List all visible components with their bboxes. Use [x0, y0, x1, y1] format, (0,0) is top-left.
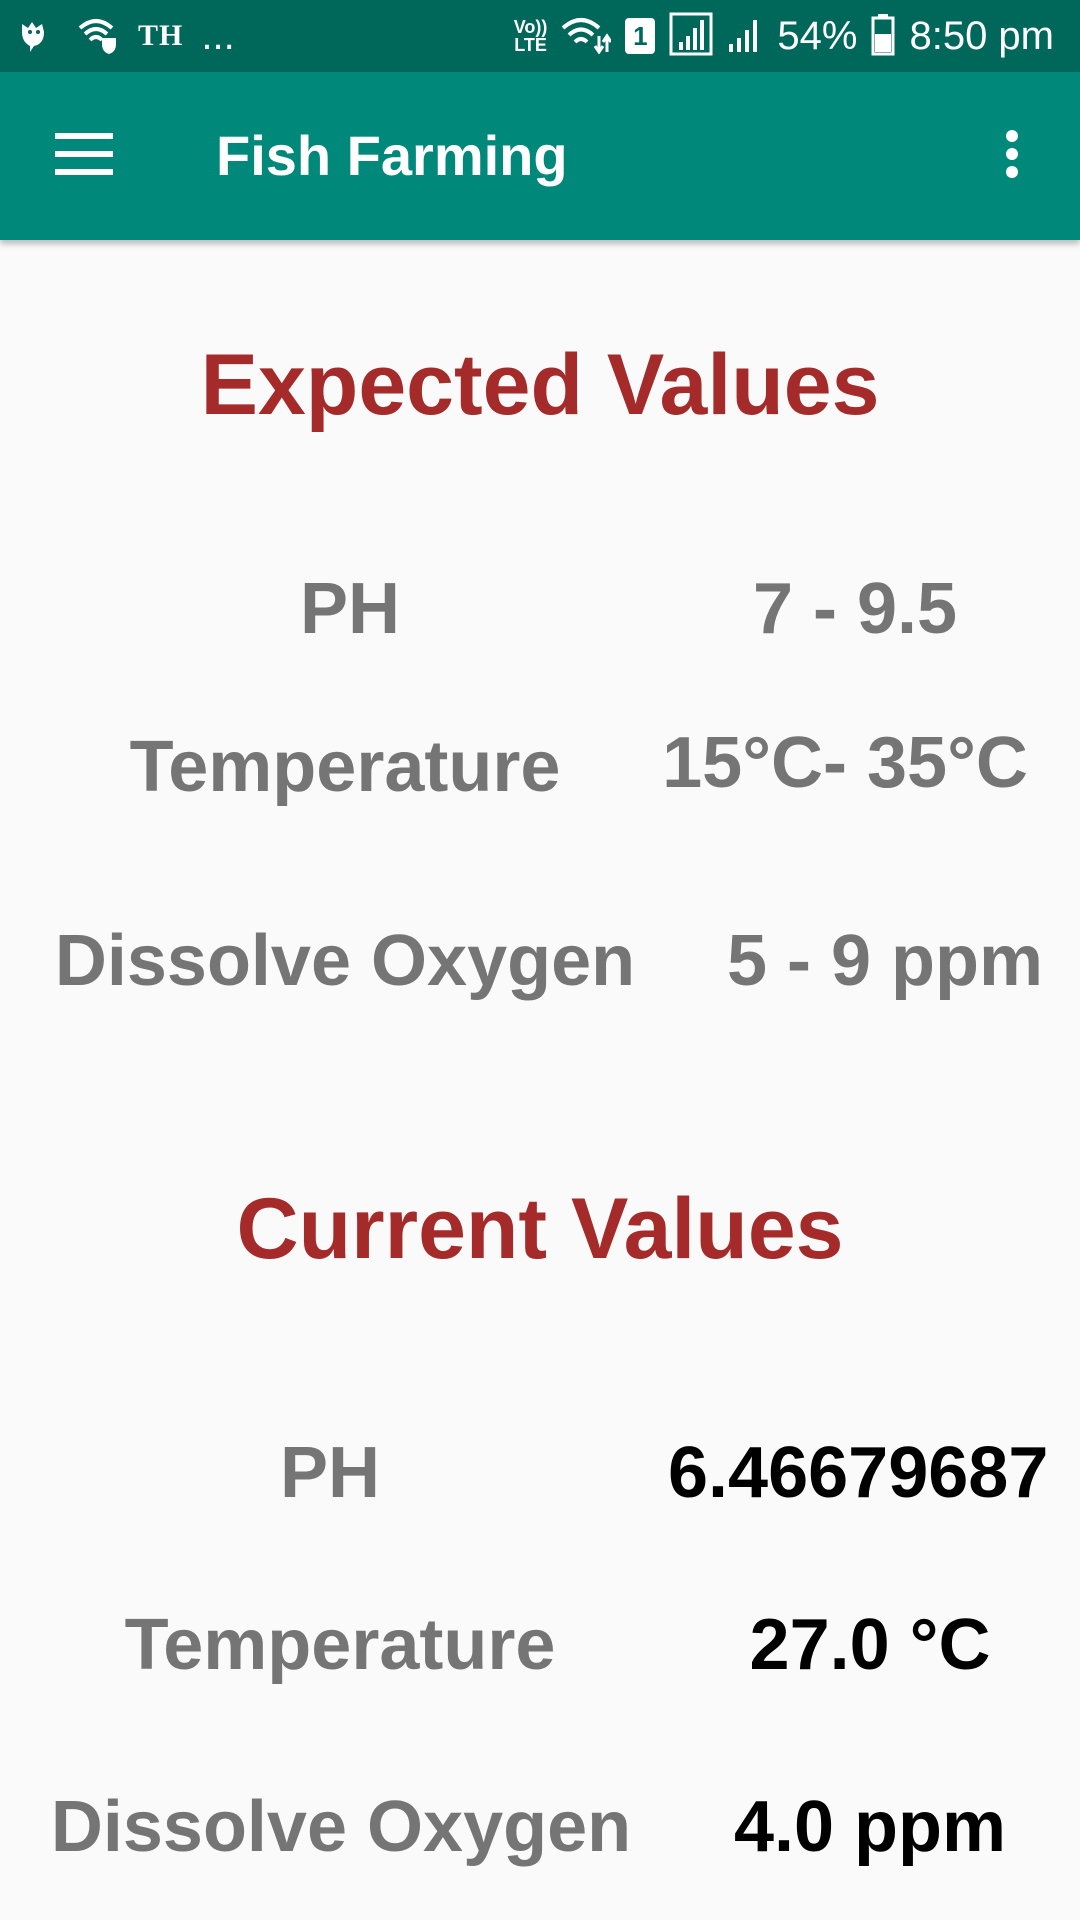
expected-ph-label: PH: [299, 569, 401, 649]
signal-icon: [669, 12, 713, 61]
battery-percent: 54%: [777, 13, 858, 58]
current-dissolve-oxygen-label: Dissolve Oxygen: [50, 1787, 632, 1867]
more-vert-icon: [1005, 129, 1019, 184]
clock: 8:50 pm: [909, 13, 1054, 58]
app-title: Fish Farming: [216, 124, 568, 187]
current-dissolve-oxygen-value: 4.0 ppm: [733, 1787, 1007, 1867]
current-ph-label: PH: [279, 1433, 381, 1513]
expected-dissolve-oxygen-label: Dissolve Oxygen: [54, 921, 636, 1001]
bird-icon: [18, 14, 58, 59]
expected-ph-value: 7 - 9.5: [752, 569, 958, 649]
status-bar-left: TH ...: [18, 0, 235, 72]
sim-icon: 1: [625, 18, 656, 54]
status-bar: TH ... Vo)) LTE 1 54% 8:50 pm: [0, 0, 1080, 72]
current-temperature-label: Temperature: [124, 1605, 556, 1685]
overflow-menu-button[interactable]: [972, 116, 1052, 196]
volte-icon: Vo)) LTE: [514, 18, 548, 54]
hamburger-icon: [55, 132, 113, 180]
expected-temperature-value: 15°C- 35°C: [662, 723, 1028, 803]
current-ph-value: 6.46679687: [668, 1433, 1049, 1513]
app-bar: Fish Farming: [0, 72, 1080, 240]
expected-values-title: Expected Values: [200, 337, 880, 433]
status-bar-right: Vo)) LTE 1 54% 8:50 pm: [514, 0, 1054, 72]
expected-temperature-label: Temperature: [129, 727, 561, 807]
wifi-shield-icon: [76, 14, 120, 59]
expected-dissolve-oxygen-value: 5 - 9 ppm: [726, 921, 1044, 1001]
battery-icon: [871, 12, 895, 61]
carrier-label: TH: [138, 19, 184, 52]
current-values-title: Current Values: [236, 1181, 844, 1277]
menu-button[interactable]: [40, 116, 128, 196]
wifi-data-icon: [561, 14, 613, 59]
signal-icon: [727, 14, 763, 59]
more-notifications: ...: [201, 13, 235, 58]
current-temperature-value: 27.0 °C: [749, 1605, 991, 1685]
volte-top-label: Vo)): [513, 17, 548, 37]
volte-bottom-label: LTE: [514, 35, 547, 55]
